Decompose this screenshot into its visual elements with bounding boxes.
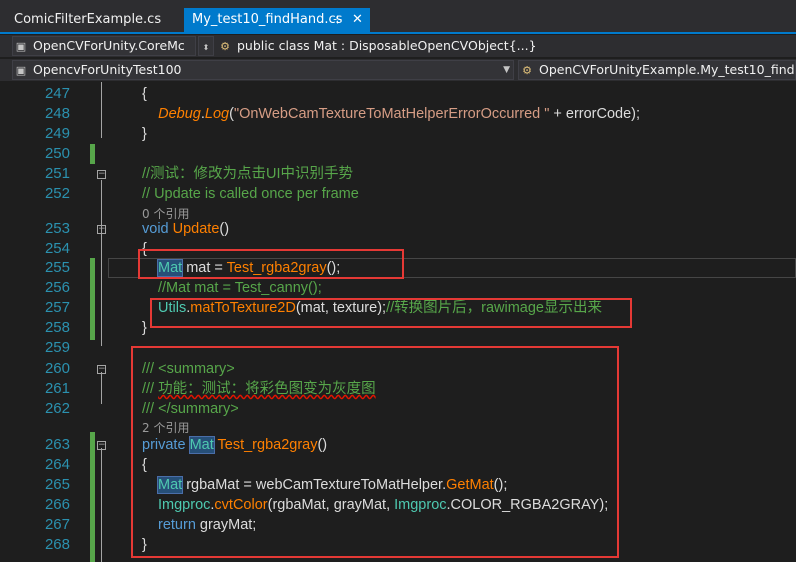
- debug-class: Debug: [158, 106, 201, 122]
- type-dropdown-value: OpenCVForUnityExample.My_test10_findHand: [538, 62, 795, 77]
- csharp-project-icon: ▣: [15, 40, 27, 53]
- code-line-247: 247 {: [0, 84, 796, 104]
- line-number: 268: [44, 536, 70, 553]
- line-number: 263: [44, 436, 70, 453]
- keyword: void: [142, 221, 169, 237]
- scope-dropdown[interactable]: ▣ OpencvForUnityTest100 ▼: [12, 60, 514, 80]
- csharp-project-icon: ▣: [15, 64, 27, 77]
- document-tab-bar: ComicFilterExample.cs My_test10_findHand…: [0, 0, 796, 32]
- line-number: 264: [44, 456, 70, 473]
- code-text: Debug.Log("OnWebCamTextureToMatHelperErr…: [142, 104, 640, 124]
- line-number: 252: [44, 185, 70, 202]
- line-number: 265: [44, 476, 70, 493]
- line-number: 248: [44, 105, 70, 122]
- line-number: 253: [44, 220, 70, 237]
- annotation-box-mat-call: [138, 249, 404, 279]
- code-rest: + errorCode);: [549, 106, 641, 122]
- collapse-icon[interactable]: −: [97, 441, 106, 450]
- tab-label: My_test10_findHand.cs: [192, 12, 343, 27]
- line-number: 258: [44, 319, 70, 336]
- close-icon[interactable]: ✕: [352, 8, 363, 32]
- line-number: 247: [44, 85, 70, 102]
- log-method: Log: [204, 106, 230, 122]
- code-line-250: 250: [0, 144, 796, 164]
- member-dropdown[interactable]: ⚙ public class Mat : DisposableOpenCVObj…: [216, 36, 796, 56]
- comment: // Update is called once per frame: [142, 186, 359, 202]
- line-number: 266: [44, 496, 70, 513]
- code-text: }: [142, 320, 147, 336]
- string-literal: "OnWebCamTextureToMatHelperErrorOccurred…: [233, 106, 550, 122]
- line-number: 257: [44, 299, 70, 316]
- type-dropdown[interactable]: ⚙ OpenCVForUnityExample.My_test10_findHa…: [518, 60, 796, 80]
- member-dropdown-value: public class Mat : DisposableOpenCVObjec…: [236, 38, 537, 53]
- annotation-box-rgba2gray-method: [131, 346, 619, 558]
- navigation-bar: ▣ OpenCVForUnity.CoreMc ⬍ ⚙ public class…: [0, 35, 796, 57]
- tab-my-test10-findhand[interactable]: My_test10_findHand.cs ⊹ ✕: [184, 8, 370, 32]
- code-line-256: 256 //Mat mat = Test_canny();: [0, 278, 796, 298]
- split-dropdown-arrows[interactable]: ⬍: [198, 36, 214, 56]
- line-number: 267: [44, 516, 70, 533]
- code-line-248: 248 Debug.Log("OnWebCamTextureToMatHelpe…: [0, 104, 796, 124]
- code-line-251: 251 − //测试：修改为点击UI中识别手势: [0, 164, 796, 184]
- code-line-253: 253 − void Update(): [0, 219, 796, 239]
- method-name: Update: [172, 221, 220, 237]
- chevron-down-icon: ▼: [503, 65, 510, 75]
- collapse-icon[interactable]: −: [97, 225, 106, 234]
- line-number: 250: [44, 145, 70, 162]
- line-number: 249: [44, 125, 70, 142]
- line-number: 260: [44, 360, 70, 377]
- tab-comicfilterexample[interactable]: ComicFilterExample.cs: [0, 8, 194, 32]
- line-number: 254: [44, 240, 70, 257]
- code-text: }: [142, 126, 147, 142]
- code-text: {: [142, 86, 147, 102]
- class-icon: ⚙: [220, 40, 230, 53]
- code-line-252: 252 // Update is called once per frame: [0, 184, 796, 204]
- line-number: 261: [44, 380, 70, 397]
- project-dropdown-value: OpenCVForUnity.CoreMc: [32, 38, 185, 53]
- collapse-icon[interactable]: −: [97, 170, 106, 179]
- up-down-arrows-icon: ⬍: [202, 43, 210, 52]
- line-number: 255: [44, 259, 70, 276]
- tab-label: ComicFilterExample.cs: [14, 12, 162, 27]
- line-number: 251: [44, 165, 70, 182]
- scope-bar: ▣ OpencvForUnityTest100 ▼ ⚙ OpenCVForUni…: [0, 59, 796, 81]
- active-tab-underline: [0, 32, 796, 34]
- pin-icon[interactable]: ⊹: [333, 8, 342, 32]
- comment: //测试：修改为点击UI中识别手势: [142, 166, 354, 182]
- scope-dropdown-value: OpencvForUnityTest100: [32, 62, 182, 77]
- line-number: 262: [44, 400, 70, 417]
- collapse-icon[interactable]: −: [97, 365, 106, 374]
- code-text: void Update(): [142, 219, 229, 239]
- code-line-249: 249 }: [0, 124, 796, 144]
- annotation-box-texture-call: [150, 298, 632, 328]
- code-rest: (): [219, 221, 230, 237]
- line-number: 259: [44, 339, 70, 356]
- class-icon: ⚙: [522, 64, 532, 77]
- line-number: 256: [44, 279, 70, 296]
- project-dropdown[interactable]: ▣ OpenCVForUnity.CoreMc: [12, 36, 196, 56]
- comment: //Mat mat = Test_canny();: [158, 280, 322, 296]
